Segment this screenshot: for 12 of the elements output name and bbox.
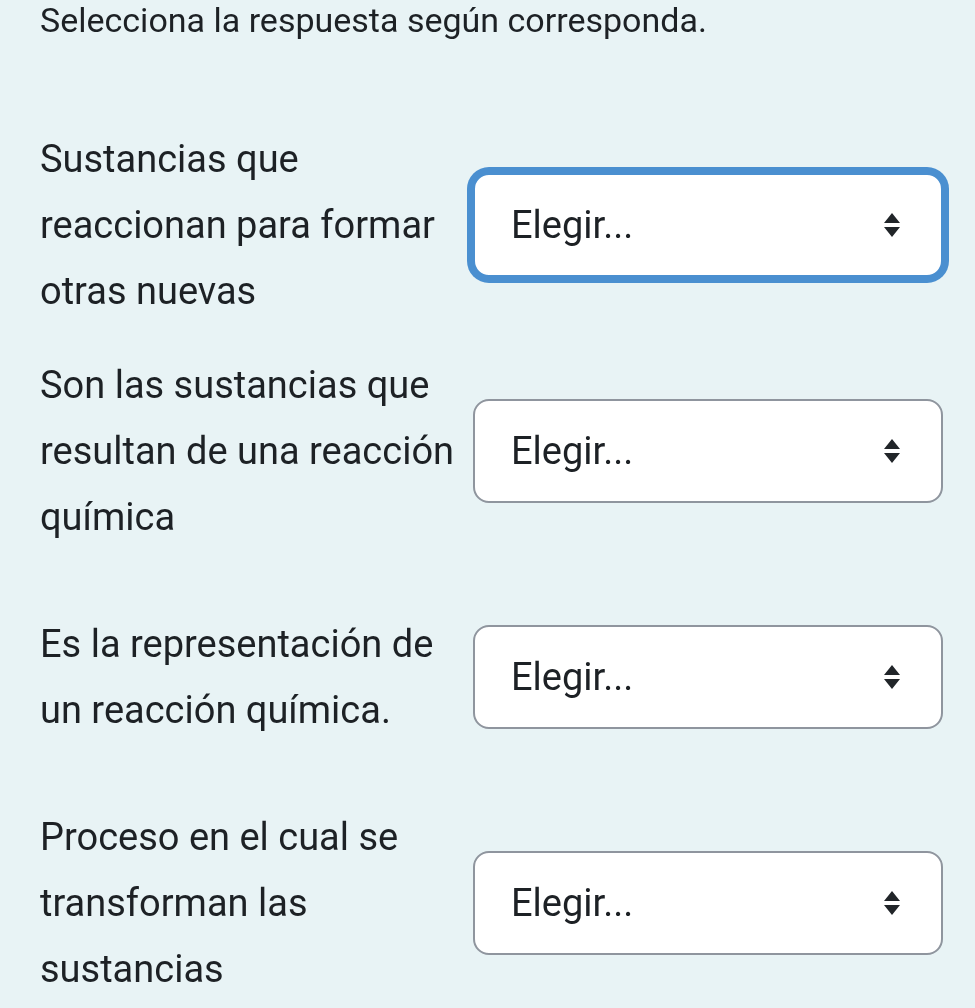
question-text: Proceso en el cual se transforman las sustancias: [40, 814, 400, 993]
sort-arrows-icon: [883, 212, 901, 238]
sort-arrows-icon: [883, 664, 901, 690]
answer-dropdown[interactable]: Elegir...: [473, 851, 943, 955]
instruction-text: Selecciona la respuesta según corresponda.: [40, 0, 708, 40]
question-text: Es la representación de un reacción química.: [40, 621, 435, 734]
question-text: Son las sustancias que resultan de una reacción química: [40, 362, 456, 541]
answer-dropdown[interactable]: Elegir...: [473, 625, 943, 729]
sort-arrows-icon: [883, 890, 901, 916]
sort-arrows-icon: [883, 438, 901, 464]
question-text: Sustancias que reaccionan para formar otras nuevas: [40, 136, 436, 315]
answer-dropdown[interactable]: Elegir...: [473, 399, 943, 503]
